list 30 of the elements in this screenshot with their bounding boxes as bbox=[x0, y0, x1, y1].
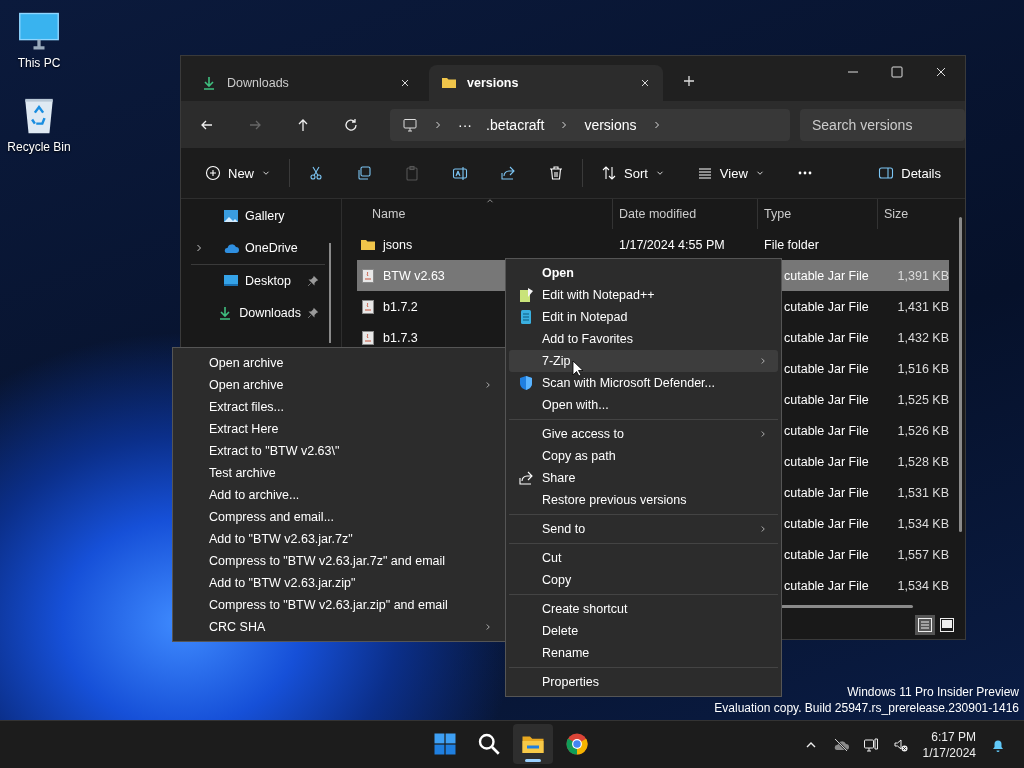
file-type: cutable Jar File bbox=[784, 361, 869, 376]
file-type: cutable Jar File bbox=[784, 299, 869, 314]
file-name: b1.7.2 bbox=[383, 299, 418, 314]
file-type: cutable Jar File bbox=[784, 330, 869, 345]
file-type: cutable Jar File bbox=[784, 268, 869, 283]
watermark-text: Evaluation copy. Build 25947.rs_prerelease.230901-1416 bbox=[714, 700, 1019, 716]
file-size: 1,557 KB bbox=[897, 547, 949, 562]
file-size: 1,516 KB bbox=[897, 361, 949, 376]
watermark-text: Windows 11 Pro Insider Preview bbox=[847, 684, 1019, 700]
file-name: jsons bbox=[383, 237, 413, 252]
file-size: 1,534 KB bbox=[897, 578, 949, 593]
file-name: BTW v2.63 bbox=[383, 268, 445, 283]
file-type: cutable Jar File bbox=[784, 578, 869, 593]
file-type: File folder bbox=[764, 237, 819, 252]
file-size: 1,431 KB bbox=[897, 299, 949, 314]
file-type: cutable Jar File bbox=[784, 516, 869, 531]
file-type: cutable Jar File bbox=[784, 485, 869, 500]
file-size: 1,525 KB bbox=[897, 392, 949, 407]
date-modified: 1/17/2024 4:55 PM bbox=[619, 237, 725, 252]
file-name: b1.7.3 bbox=[383, 330, 418, 345]
file-type: cutable Jar File bbox=[784, 454, 869, 469]
file-type: cutable Jar File bbox=[784, 392, 869, 407]
file-type: cutable Jar File bbox=[784, 423, 869, 438]
file-type: cutable Jar File bbox=[784, 547, 869, 562]
file-size: 1,526 KB bbox=[897, 423, 949, 438]
file-size: 1,528 KB bbox=[897, 454, 949, 469]
file-size: 1,531 KB bbox=[897, 485, 949, 500]
file-size: 1,432 KB bbox=[897, 330, 949, 345]
file-size: 1,534 KB bbox=[897, 516, 949, 531]
file-size: 1,391 KB bbox=[897, 268, 949, 283]
